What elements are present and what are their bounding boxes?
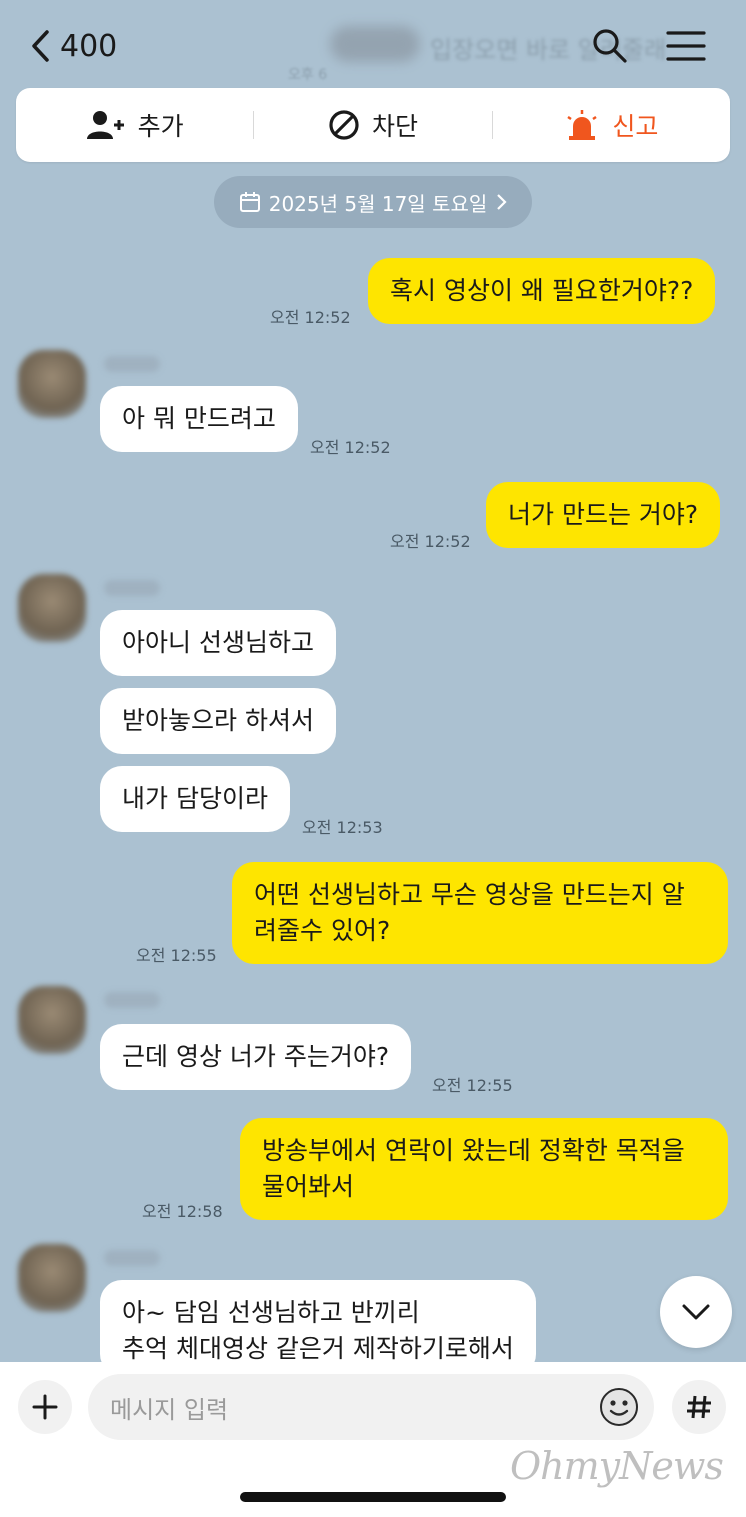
add-user-icon: [86, 111, 124, 139]
avatar[interactable]: [18, 350, 86, 418]
plus-icon: [32, 1394, 58, 1420]
chevron-left-icon: [32, 30, 49, 62]
message-line: 물어봐서: [262, 1172, 355, 1201]
calendar-icon: [239, 192, 260, 212]
emoticon-icon[interactable]: [598, 1386, 640, 1428]
message-line: 려줄수 있어?: [254, 916, 391, 945]
incoming-message[interactable]: 받아놓으라 하셔서: [100, 688, 336, 754]
date-divider-label: 2025년 5월 17일 토요일: [268, 191, 488, 216]
watermark: OhmyNews: [510, 1444, 724, 1488]
avatar[interactable]: [18, 986, 86, 1054]
message-line: 방송부에서 연락이 왔는데 정확한 목적을: [262, 1136, 685, 1165]
incoming-message[interactable]: 아 뭐 만드려고: [100, 386, 298, 452]
blurred-chat-name: [330, 26, 420, 62]
notice-preview-time: 오후 6: [288, 67, 328, 83]
report-label: 신고: [612, 112, 659, 141]
outgoing-message[interactable]: 너가 만드는 거야?: [486, 482, 721, 548]
outgoing-message[interactable]: 방송부에서 연락이 왔는데 정확한 목적을 물어봐서: [240, 1118, 728, 1220]
unread-count: 400: [60, 28, 118, 64]
add-label: 추가: [137, 112, 184, 141]
block-label: 차단: [371, 112, 418, 141]
block-button[interactable]: 차단: [254, 88, 491, 162]
chat-header: 400 입장오면 바로 알려줄래 오후 6: [0, 0, 746, 90]
incoming-message[interactable]: 근데 영상 너가 주는거야?: [100, 1024, 412, 1090]
chevron-down-icon: [682, 1304, 710, 1320]
message-input-placeholder: 메시지 입력: [110, 1395, 229, 1424]
search-icon: [593, 29, 627, 63]
message-input[interactable]: 메시지 입력: [88, 1374, 654, 1440]
hashtag-icon: [687, 1395, 711, 1419]
report-button[interactable]: 신고: [493, 88, 730, 162]
hamburger-menu-icon: [666, 31, 706, 61]
friend-action-bar: 추가 차단 신고: [16, 88, 730, 162]
attach-button[interactable]: [18, 1380, 72, 1434]
incoming-message[interactable]: 내가 담당이라: [100, 766, 290, 832]
message-time: 오전 12:52: [310, 438, 391, 457]
incoming-message[interactable]: 아아니 선생님하고: [100, 610, 336, 676]
sender-name: [104, 1250, 160, 1266]
outgoing-message[interactable]: 혹시 영상이 왜 필요한거야??: [368, 258, 716, 324]
back-button[interactable]: 400: [30, 22, 117, 70]
message-time: 오전 12:55: [136, 946, 217, 965]
message-line: 아~ 담임 선생님하고 반끼리: [122, 1298, 420, 1327]
avatar[interactable]: [18, 1244, 86, 1312]
siren-icon: [567, 110, 598, 140]
add-friend-button[interactable]: 추가: [16, 88, 253, 162]
message-time: 오전 12:58: [142, 1202, 223, 1221]
home-indicator[interactable]: [240, 1492, 506, 1502]
block-icon: [329, 110, 359, 140]
search-button[interactable]: [588, 24, 632, 68]
message-time: 오전 12:52: [390, 532, 471, 551]
scroll-to-bottom-button[interactable]: [660, 1276, 732, 1348]
chevron-right-icon: [497, 194, 507, 210]
message-time: 오전 12:55: [432, 1076, 513, 1095]
sender-name: [104, 356, 160, 372]
hashtag-search-button[interactable]: [672, 1380, 726, 1434]
message-composer: 메시지 입력 OhmyNews: [0, 1362, 746, 1517]
outgoing-message[interactable]: 어떤 선생님하고 무슨 영상을 만드는지 알 려줄수 있어?: [232, 862, 728, 964]
message-line: 어떤 선생님하고 무슨 영상을 만드는지 알: [254, 880, 685, 909]
message-time: 오전 12:52: [270, 308, 351, 327]
menu-button[interactable]: [664, 24, 708, 68]
avatar[interactable]: [18, 574, 86, 642]
sender-name: [104, 580, 160, 596]
message-time: 오전 12:53: [302, 818, 383, 837]
sender-name: [104, 992, 160, 1008]
date-divider[interactable]: 2025년 5월 17일 토요일: [214, 176, 532, 228]
